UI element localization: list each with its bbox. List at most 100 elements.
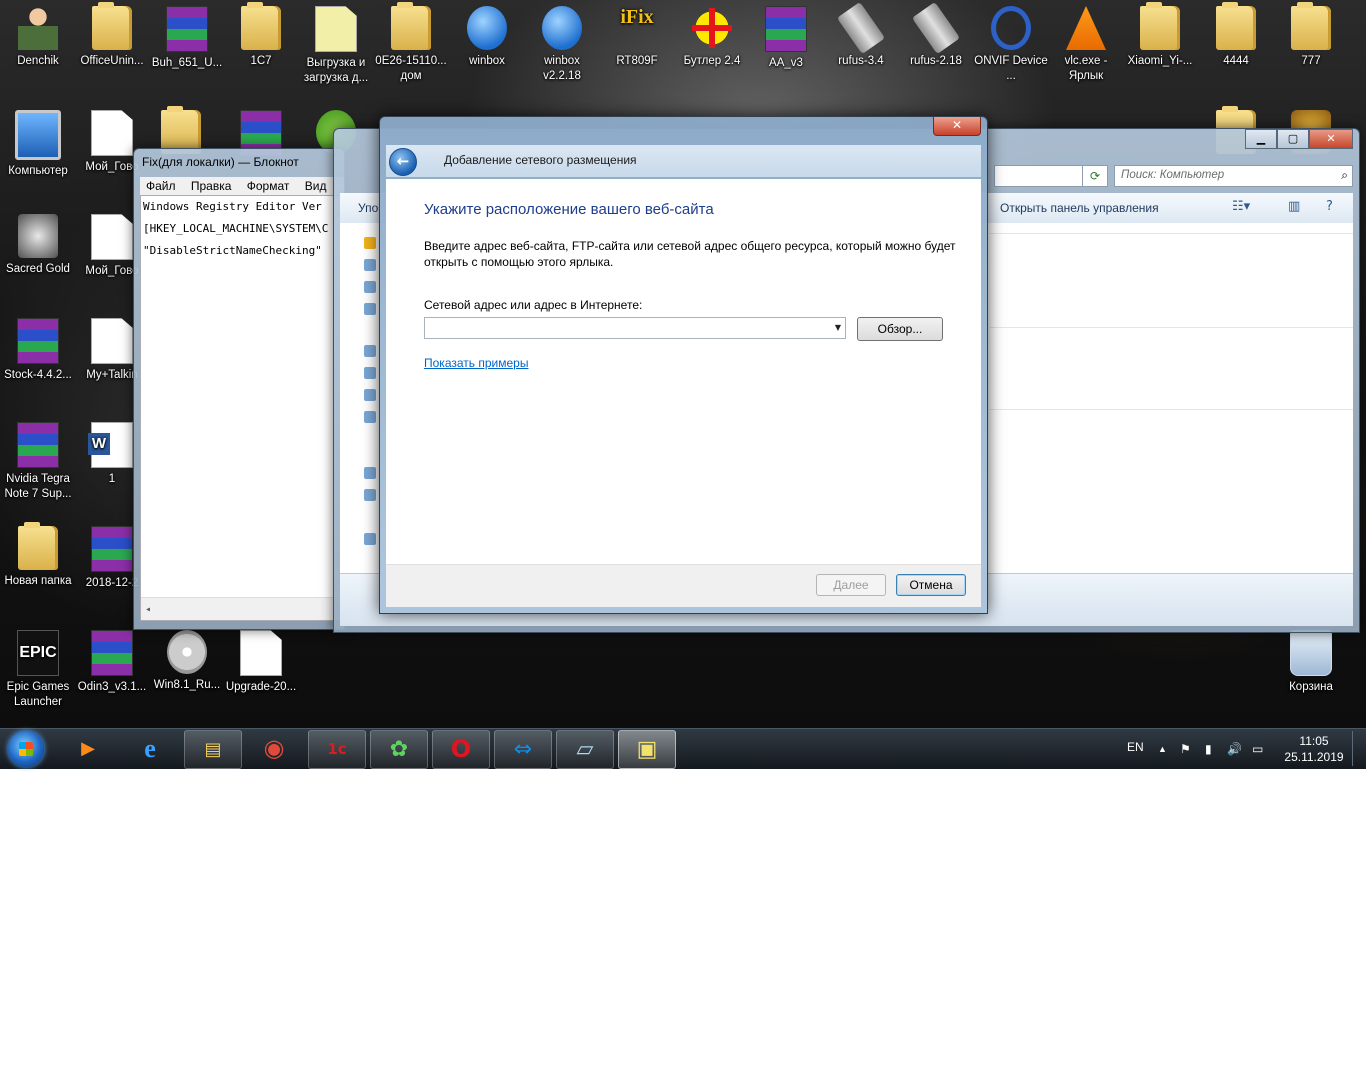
divider	[990, 233, 1353, 234]
notepad-icon[interactable]: ▱	[556, 730, 614, 769]
desktop-icon-rufus-3-4[interactable]: rufus-3.4	[823, 0, 899, 69]
desktop-icon-computer[interactable]: Компьютер	[0, 104, 76, 179]
desktop-icon-0e26[interactable]: 0E26-15110... дом	[373, 0, 449, 84]
desktop-icon-win81[interactable]: Win8.1_Ru...	[149, 624, 225, 693]
language-indicator[interactable]: EN	[1127, 729, 1144, 769]
desktop-icon-sacred-gold[interactable]: Sacred Gold	[0, 208, 76, 277]
back-arrow-icon[interactable]: ←	[389, 148, 417, 176]
desktop-icon-rt809f[interactable]: iFix RT809F	[599, 0, 675, 69]
desktop-icon-buh[interactable]: Buh_651_U...	[149, 0, 225, 71]
file-icon	[91, 110, 133, 156]
nav-item-icon[interactable]	[364, 259, 376, 271]
desktop-icon-winbox[interactable]: winbox	[449, 0, 525, 69]
network-location-icon[interactable]: ▣	[618, 730, 676, 769]
organize-button[interactable]: Упо	[358, 201, 378, 215]
help-icon[interactable]: ?	[1326, 199, 1333, 214]
nav-item-icon[interactable]	[364, 367, 376, 379]
media-player-icon[interactable]: ▶	[60, 730, 116, 767]
close-button[interactable]: ✕	[1309, 129, 1353, 149]
nav-item-icon[interactable]	[364, 303, 376, 315]
nav-item-icon[interactable]	[364, 489, 376, 501]
chrome-icon[interactable]: ◉	[246, 730, 302, 767]
desktop-icon-1c7[interactable]: 1C7	[223, 0, 299, 69]
internet-explorer-icon[interactable]: e	[122, 730, 178, 767]
search-icon[interactable]: ⌕	[1341, 168, 1348, 183]
desktop-icon-stock[interactable]: Stock-4.4.2...	[0, 312, 76, 383]
horizontal-scrollbar[interactable]: ◂	[141, 597, 343, 620]
desktop-icon-xiaomi[interactable]: Xiaomi_Yi-...	[1122, 0, 1198, 69]
maximize-button[interactable]: ▢	[1277, 129, 1309, 149]
icq-icon[interactable]: ✿	[370, 730, 428, 769]
navigation-pane[interactable]	[340, 223, 381, 574]
chevron-down-icon[interactable]: ▼	[835, 323, 841, 332]
computer-nav-icon[interactable]	[364, 467, 376, 479]
show-desktop-button[interactable]	[1352, 731, 1365, 766]
libraries-icon[interactable]	[364, 345, 376, 357]
clock-date[interactable]: 25.11.2019	[1284, 750, 1344, 766]
show-examples-link[interactable]: Показать примеры	[424, 356, 528, 370]
browse-button[interactable]: Обзор...	[857, 317, 943, 341]
desktop-icon-vygruzka[interactable]: Выгрузка и загрузка д...	[298, 0, 374, 86]
menu-file[interactable]: Файл	[140, 177, 182, 195]
desktop-icon-officeunin[interactable]: OfficeUnin...	[74, 0, 150, 69]
desktop-icon-odin3[interactable]: Odin3_v3.1...	[74, 624, 150, 695]
close-button[interactable]: ✕	[933, 117, 981, 136]
clock-time[interactable]: 11:05	[1286, 734, 1342, 750]
notepad-window[interactable]: Fix(для локалки) — Блокнот Файл Правка Ф…	[133, 148, 345, 630]
menu-format[interactable]: Формат	[241, 177, 296, 195]
winbox-icon	[467, 6, 507, 50]
desktop-icon-4444[interactable]: 4444	[1198, 0, 1274, 69]
desktop-icon-butler[interactable]: Бутлер 2.4	[674, 0, 750, 69]
power-icon[interactable]: ▮	[1205, 729, 1212, 769]
teamviewer-icon[interactable]: ⇔	[494, 730, 552, 769]
add-network-location-dialog[interactable]: ✕ ← Добавление сетевого размещения Укажи…	[379, 116, 988, 614]
desktop-icon-denchik[interactable]: Denchik	[0, 0, 76, 69]
desktop-icon-aa-v3[interactable]: AA_v3	[748, 0, 824, 71]
nav-item-icon[interactable]	[364, 411, 376, 423]
opera-icon[interactable]: O	[432, 730, 490, 769]
file-explorer-icon[interactable]: ▤	[184, 730, 242, 769]
desktop-icon-winbox-2-2-18[interactable]: winbox v2.2.18	[524, 0, 600, 84]
network-nav-icon[interactable]	[364, 533, 376, 545]
winrar-icon	[765, 6, 807, 52]
page-heading: Укажите расположение вашего веб-сайта	[424, 201, 714, 218]
action-center-icon[interactable]: ⚑	[1180, 729, 1191, 769]
dialog-title: Добавление сетевого размещения	[444, 153, 637, 167]
favorites-icon[interactable]	[364, 237, 376, 249]
winbox-icon	[542, 6, 582, 50]
view-options-icon[interactable]: ☷▾	[1232, 199, 1250, 214]
menu-view[interactable]: Вид	[299, 177, 333, 195]
desktop-icon-onvif[interactable]: ONVIF Device ...	[973, 0, 1049, 84]
game-icon	[18, 214, 58, 258]
network-icon[interactable]: ▭	[1252, 729, 1263, 769]
volume-icon[interactable]: 🔊	[1227, 729, 1242, 769]
nav-item-icon[interactable]	[364, 389, 376, 401]
desktop-icon-new-folder[interactable]: Новая папка	[0, 520, 76, 589]
desktop-icon-777[interactable]: 777	[1273, 0, 1349, 69]
next-button[interactable]: Далее	[816, 574, 886, 596]
nav-item-icon[interactable]	[364, 281, 376, 293]
show-hidden-icons-icon[interactable]: ▲	[1158, 729, 1167, 769]
desktop-icon-vlc[interactable]: vlc.exe - Ярлык	[1048, 0, 1124, 84]
address-bar[interactable]: ▼	[994, 165, 1096, 187]
address-combobox[interactable]: ▼	[424, 317, 846, 339]
open-control-panel-button[interactable]: Открыть панель управления	[1000, 201, 1159, 215]
cancel-button[interactable]: Отмена	[896, 574, 966, 596]
desktop-icon-nvidia[interactable]: Nvidia Tegra Note 7 Sup...	[0, 416, 76, 502]
winrar-icon	[91, 630, 133, 676]
notepad-text-area[interactable]: Windows Registry Editor Ver [HKEY_LOCAL_…	[140, 195, 344, 621]
menu-edit[interactable]: Правка	[185, 177, 238, 195]
search-input[interactable]: Поиск: Компьютер ⌕	[1114, 165, 1353, 187]
minimize-button[interactable]: ▁	[1245, 129, 1277, 149]
1c-icon[interactable]: 1с	[308, 730, 366, 769]
folder-icon	[1140, 2, 1180, 50]
desktop-icon-recycle-bin[interactable]: Корзина	[1273, 624, 1349, 695]
scroll-left-arrow-icon[interactable]: ◂	[145, 599, 151, 620]
desktop-icon-rufus-2-18[interactable]: rufus-2.18	[898, 0, 974, 69]
desktop-icon-upgrade[interactable]: Upgrade-20...	[223, 624, 299, 695]
folder-icon	[18, 522, 58, 570]
preview-pane-icon[interactable]: ▥	[1288, 199, 1300, 214]
refresh-icon[interactable]: ⟳	[1082, 165, 1108, 187]
desktop-icon-epic-games[interactable]: EPIC Epic Games Launcher	[0, 624, 76, 710]
start-button[interactable]	[8, 731, 44, 767]
